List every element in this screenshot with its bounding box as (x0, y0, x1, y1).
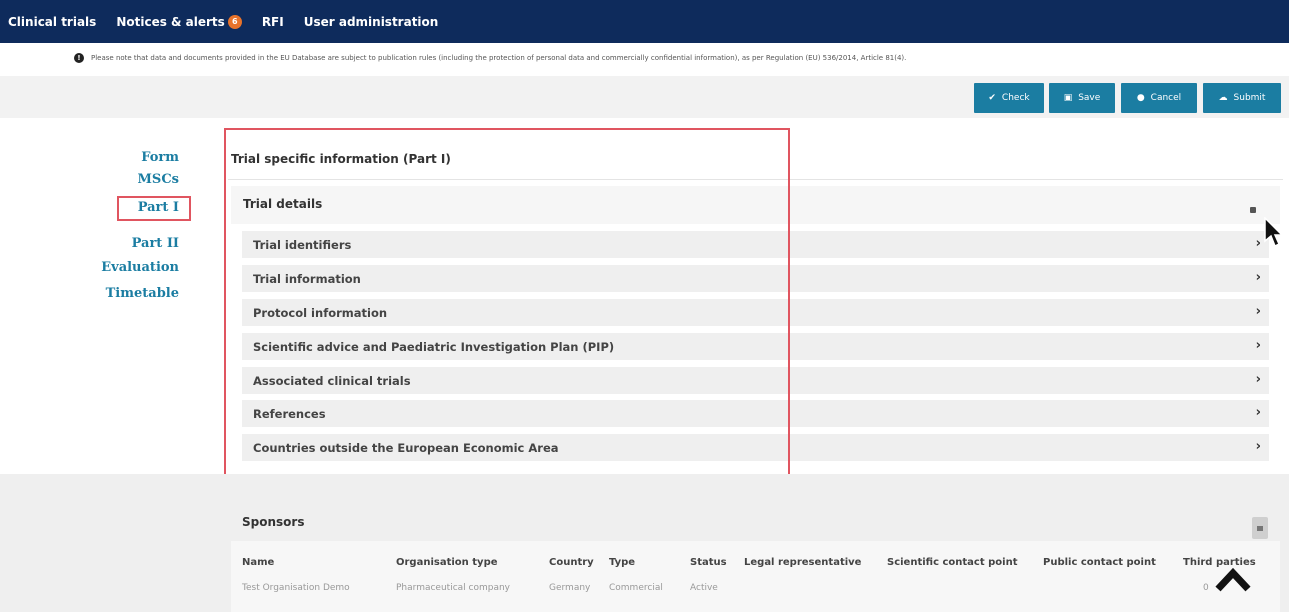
menu-part-2[interactable]: Part II (132, 236, 179, 251)
column-header: Type (609, 557, 636, 568)
menu-mscs[interactable]: MSCs (138, 172, 179, 187)
column-header: Scientific contact point (887, 557, 1018, 568)
chevron-right-icon: › (1255, 372, 1261, 387)
check-label: Check (1001, 93, 1030, 103)
submit-label: Submit (1233, 93, 1266, 103)
column-header: Country (549, 557, 594, 568)
menu-timetable[interactable]: Timetable (106, 286, 179, 301)
top-navigation: Clinical trials Notices & alerts 6 RFI U… (0, 0, 1289, 43)
chevron-right-icon: › (1255, 304, 1261, 319)
chevron-right-icon: › (1255, 338, 1261, 353)
sponsors-title: Sponsors (242, 515, 305, 529)
chevron-right-icon: › (1255, 405, 1261, 420)
nav-label: User administration (303, 14, 439, 29)
notification-badge: 6 (227, 14, 242, 29)
scroll-to-top-icon[interactable] (1213, 567, 1253, 593)
submit-button[interactable]: ☁ Submit (1203, 83, 1281, 113)
column-header: Public contact point (1043, 557, 1156, 568)
table-cell: 0 (1203, 583, 1209, 593)
table-cell[interactable]: Test Organisation Demo (242, 583, 350, 593)
cancel-button[interactable]: ● Cancel (1121, 83, 1197, 113)
chevron-right-icon: › (1255, 270, 1261, 285)
table-cell: Pharmaceutical company (396, 583, 510, 593)
column-header: Status (690, 557, 727, 568)
trial-specific-highlight-box (224, 128, 790, 477)
mouse-cursor-icon (1264, 217, 1284, 248)
cloud-upload-icon: ☁ (1218, 93, 1228, 103)
check-icon: ✔ (988, 93, 996, 103)
nav-label: RFI (261, 14, 284, 29)
part-1-highlight-box (117, 196, 191, 221)
notice-text: Please note that data and documents prov… (91, 54, 907, 62)
column-header: Legal representative (744, 557, 862, 568)
floppy-icon: ▣ (1063, 93, 1073, 103)
publication-notice: ! Please note that data and documents pr… (0, 46, 1289, 70)
action-toolbar: ✔ Check ▣ Save ● Cancel ☁ Submit (0, 76, 1289, 118)
table-cell: Active (690, 583, 718, 593)
table-cell: Commercial (609, 583, 663, 593)
menu-evaluation[interactable]: Evaluation (101, 260, 179, 275)
sponsors-header[interactable]: Sponsors (231, 505, 1280, 541)
column-header: Name (242, 557, 275, 568)
save-label: Save (1078, 93, 1101, 103)
chevron-right-icon: › (1255, 439, 1261, 454)
lock-icon[interactable] (1250, 207, 1256, 213)
chevron-right-icon: › (1255, 236, 1261, 251)
table-cell: Germany (549, 583, 591, 593)
nav-user-administration[interactable]: User administration (304, 15, 439, 29)
check-button[interactable]: ✔ Check (974, 83, 1044, 113)
sponsors-panel: Sponsors Name Organisation type Country … (231, 505, 1280, 612)
lock-icon[interactable] (1252, 517, 1268, 539)
column-header: Organisation type (396, 557, 498, 568)
menu-form[interactable]: Form (141, 150, 179, 165)
save-button[interactable]: ▣ Save (1049, 83, 1115, 113)
nav-rfi[interactable]: RFI (262, 15, 284, 29)
cancel-icon: ● (1136, 93, 1145, 103)
cancel-label: Cancel (1150, 93, 1182, 103)
